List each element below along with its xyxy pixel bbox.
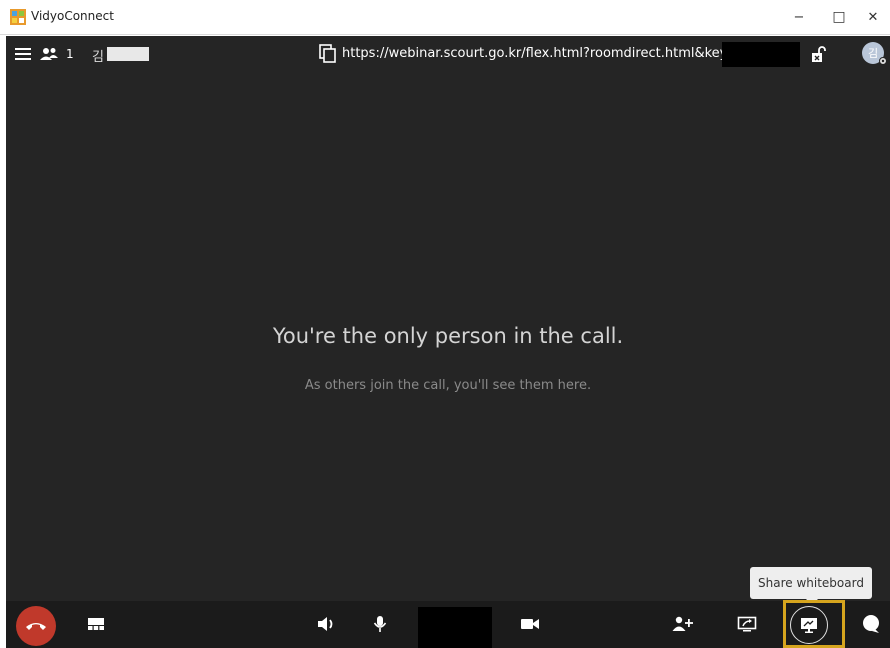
- participant-count: 1: [66, 47, 74, 61]
- invite-button[interactable]: [668, 609, 698, 639]
- maximize-button[interactable]: □: [822, 2, 856, 32]
- avatar-initial: 김: [867, 47, 879, 60]
- lock-icon[interactable]: [810, 45, 828, 63]
- chat-icon: [863, 615, 879, 633]
- avatar-settings-icon[interactable]: [878, 56, 888, 66]
- user-name-redacted: [107, 47, 149, 61]
- copy-icon[interactable]: [319, 44, 337, 64]
- speaker-icon: [318, 617, 333, 631]
- layout-button[interactable]: [81, 609, 111, 639]
- whiteboard-icon: [801, 618, 817, 633]
- camera-icon: [521, 619, 539, 629]
- menu-icon[interactable]: [14, 46, 32, 62]
- maximize-icon: □: [832, 9, 846, 25]
- hangup-button[interactable]: [16, 606, 56, 646]
- close-window-button[interactable]: ✕: [856, 2, 890, 32]
- empty-call-subtext: As others join the call, you'll see them…: [304, 378, 592, 393]
- share-screen-button[interactable]: [732, 609, 762, 639]
- participants-button[interactable]: 1: [40, 44, 74, 64]
- self-view-preview: [418, 607, 492, 648]
- camera-button[interactable]: [515, 609, 545, 639]
- microphone-button[interactable]: [365, 609, 395, 639]
- hangup-icon: [26, 623, 46, 630]
- room-url[interactable]: https://webinar.scourt.go.kr/flex.html?r…: [342, 46, 738, 61]
- participants-icon: [40, 48, 58, 60]
- minimize-icon: −: [793, 9, 805, 25]
- minimize-button[interactable]: −: [782, 2, 816, 32]
- share-whiteboard-tooltip: Share whiteboard: [750, 567, 872, 599]
- call-controls-bar: [6, 601, 890, 648]
- microphone-icon: [373, 616, 387, 632]
- vidyo-logo-icon: [10, 9, 26, 25]
- window-titlebar: VidyoConnect − □ ✕: [0, 0, 890, 35]
- invite-icon: [672, 616, 693, 631]
- user-name-initial: 김: [92, 50, 104, 65]
- speaker-button[interactable]: [312, 609, 342, 639]
- window-title: VidyoConnect: [31, 9, 114, 23]
- video-stage: You're the only person in the call. As o…: [6, 72, 890, 601]
- layout-icon: [88, 618, 104, 630]
- room-key-redacted: [722, 42, 800, 67]
- share-screen-icon: [737, 616, 757, 632]
- share-whiteboard-button[interactable]: [790, 606, 828, 644]
- empty-call-headline: You're the only person in the call.: [272, 324, 624, 348]
- call-topbar: 1 김 https://webinar.scourt.go.kr/flex.ht…: [6, 36, 890, 72]
- close-icon: ✕: [867, 9, 879, 25]
- chat-button[interactable]: [856, 609, 886, 639]
